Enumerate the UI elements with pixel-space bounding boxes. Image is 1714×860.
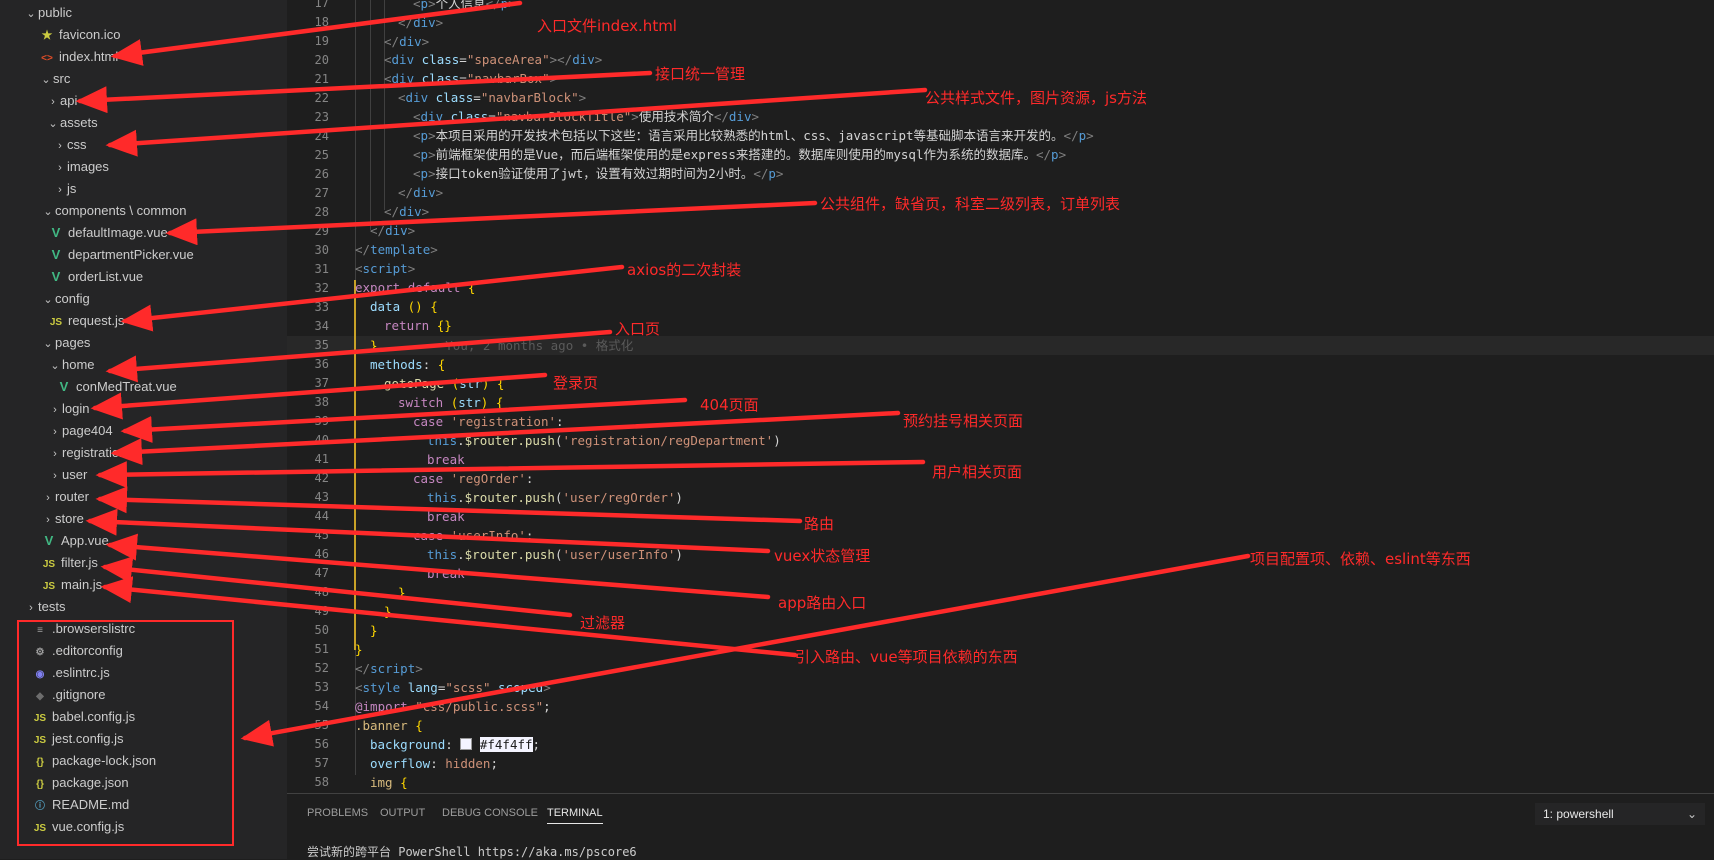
annotation-app: app路由入口 <box>778 594 867 612</box>
annotation-router: 路由 <box>804 515 835 533</box>
annotation-registration: 预约挂号相关页面 <box>903 412 1024 430</box>
annotation-main: 引入路由、vue等项目依赖的东西 <box>795 648 1018 666</box>
annotation-config: 项目配置项、依赖、eslint等东西 <box>1250 550 1471 568</box>
annotation-user: 用户相关页面 <box>932 463 1023 481</box>
annotation-components: 公共组件，缺省页，科室二级列表，订单列表 <box>820 195 1121 213</box>
annotation-entry-file: 入口文件index.html <box>537 17 677 35</box>
annotation-arrows <box>75 0 1251 747</box>
annotation-filter: 过滤器 <box>580 614 626 632</box>
annotation-login: 登录页 <box>553 374 599 392</box>
annotation-api: 接口统一管理 <box>655 65 746 83</box>
annotation-home: 入口页 <box>615 320 661 338</box>
annotation-axios: axios的二次封装 <box>627 261 742 279</box>
annotation-page404: 404页面 <box>700 396 759 414</box>
annotation-store: vuex状态管理 <box>774 547 871 565</box>
annotation-assets: 公共样式文件，图片资源，js方法 <box>925 89 1147 107</box>
